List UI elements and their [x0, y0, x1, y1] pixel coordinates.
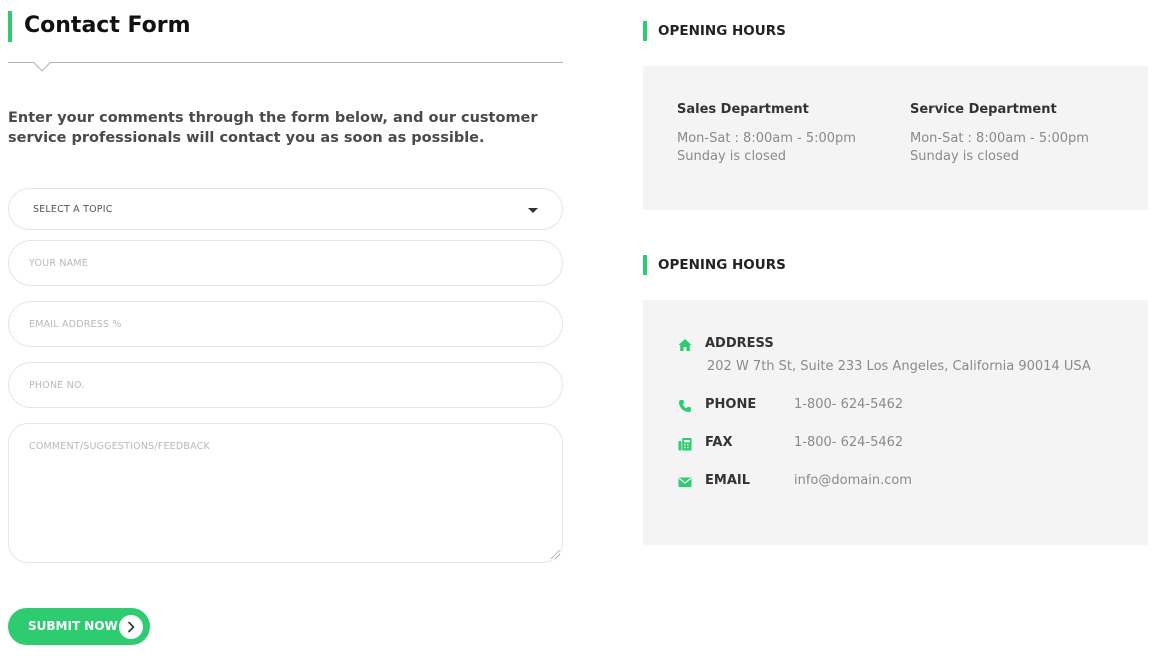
phone-input[interactable]: [8, 362, 563, 408]
textarea-resize-handle[interactable]: [551, 550, 560, 559]
contact-info-panel: ADDRESS 202 W 7th St, Suite 233 Los Ange…: [643, 300, 1148, 545]
department-name: Sales Department: [677, 102, 809, 117]
phone-label: PHONE: [705, 397, 757, 412]
contact-page: Contact Form Enter your comments through…: [0, 0, 1162, 658]
fax-label: FAX: [705, 435, 733, 450]
address-value: 202 W 7th St, Suite 233 Los Angeles, Cal…: [707, 359, 1091, 374]
email-value[interactable]: info@domain.com: [794, 473, 912, 488]
page-title: Contact Form: [24, 13, 191, 38]
submit-button-label: SUBMIT NOW: [28, 619, 118, 633]
contact-form-section: Contact Form Enter your comments through…: [8, 0, 563, 645]
department-service: Service Department Mon-Sat : 8:00am - 5:…: [910, 102, 1089, 166]
email-input[interactable]: [8, 301, 563, 347]
heading-accent-bar: [643, 255, 647, 275]
department-weekday-hours: Mon-Sat : 8:00am - 5:00pm: [910, 131, 1089, 146]
title-accent-bar: [8, 11, 12, 42]
fax-icon: [678, 436, 692, 451]
opening-hours-panel: Sales Department Mon-Sat : 8:00am - 5:00…: [643, 66, 1148, 210]
address-label: ADDRESS: [705, 336, 774, 351]
envelope-icon: [678, 474, 692, 488]
form-intro-text: Enter your comments through the form bel…: [8, 110, 538, 146]
title-divider-notch: [33, 54, 51, 72]
department-sales: Sales Department Mon-Sat : 8:00am - 5:00…: [677, 102, 856, 166]
department-sunday-hours: Sunday is closed: [677, 149, 787, 164]
department-sunday-hours: Sunday is closed: [910, 149, 1020, 164]
submit-button[interactable]: SUBMIT NOW: [8, 608, 150, 645]
phone-value: 1-800- 624-5462: [794, 397, 904, 412]
chevron-right-icon: [119, 615, 143, 639]
name-input[interactable]: [8, 240, 563, 286]
section-title: OPENING HOURS: [658, 257, 786, 273]
comment-textarea[interactable]: [8, 423, 563, 563]
department-name: Service Department: [910, 102, 1057, 117]
form-header: Contact Form: [8, 0, 563, 72]
phone-icon: [678, 398, 692, 412]
chevron-down-icon: [528, 208, 538, 213]
section-title: OPENING HOURS: [658, 23, 786, 39]
heading-accent-bar: [643, 21, 647, 41]
email-label: EMAIL: [705, 473, 750, 488]
topic-select[interactable]: SELECT A TOPIC: [8, 188, 563, 230]
topic-select-value: SELECT A TOPIC: [33, 204, 113, 215]
department-weekday-hours: Mon-Sat : 8:00am - 5:00pm: [677, 131, 856, 146]
home-icon: [678, 337, 692, 351]
fax-value: 1-800- 624-5462: [794, 435, 904, 450]
